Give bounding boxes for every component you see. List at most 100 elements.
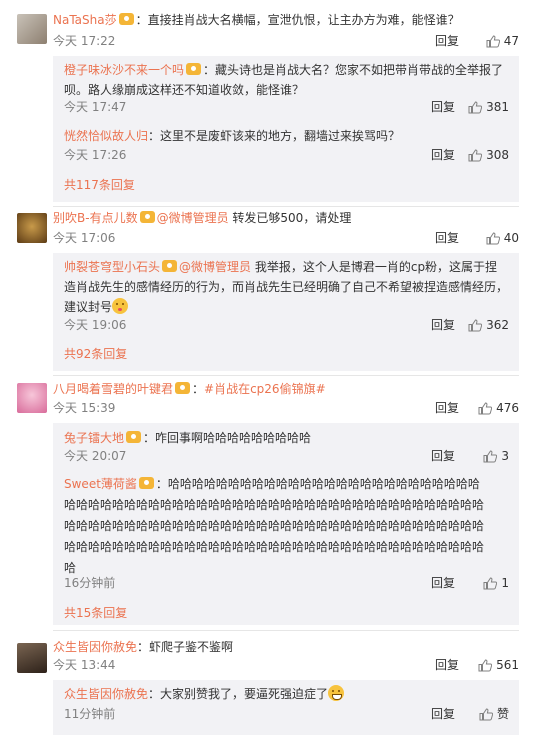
more-replies-link[interactable]: 共15条回复 [64,604,127,622]
reply-body: 我举报，这个人是博君一肖的cp粉，这属于捏 [251,260,498,274]
reply-text: 恍然恰似故人归：这里不是废虾该来的地方，翻墙过来挨骂吗？ [64,126,509,146]
like-count: 308 [486,148,509,162]
like-button[interactable]: 赞 [479,705,509,723]
comment-time: 今天 17:06 [53,231,116,245]
reply-text: 众生皆因你赦免：大家别赞我了，要逼死强迫症了 [64,684,509,704]
reply-username[interactable]: 恍然恰似故人归 [64,129,148,143]
comment-meta: 今天 17:22 回复 47 [53,32,519,50]
thumbs-up-icon [483,577,497,590]
like-count: 561 [496,658,519,672]
like-button[interactable]: 308 [468,146,509,164]
like-button[interactable]: 3 [483,447,509,465]
reply-box: 橙子味冰沙不来一个吗 ：藏头诗也是肖战大名？您家不如把带肖带战的全举报了 呗。路人… [53,56,519,202]
reply-time: 16分钟前 [64,576,116,590]
reply-button[interactable]: 回复 [435,229,459,247]
divider [53,375,519,376]
comment-username[interactable]: NaTaSha莎 [53,13,117,27]
divider [53,206,519,207]
reply-time: 今天 20:07 [64,449,127,463]
reply-text-end: 建议封号 [64,300,113,314]
thumbs-up-icon [479,708,493,721]
comment-colon: ： [192,382,205,396]
reply-text-cont: 哈哈哈哈哈哈哈哈哈哈哈哈哈哈哈哈哈哈哈哈哈哈哈哈哈哈哈哈哈哈哈哈哈哈哈 [64,519,485,533]
comment-time: 今天 15:39 [53,401,116,415]
avatar[interactable] [17,643,47,673]
like-button[interactable]: 40 [486,229,519,247]
grin-emoji-icon [328,685,345,701]
like-count: 1 [501,576,509,590]
avatar[interactable] [17,383,47,413]
member-badge-icon [175,382,191,394]
reply-button[interactable]: 回复 [435,656,459,674]
reply-button[interactable]: 回复 [431,146,455,164]
like-button[interactable]: 381 [468,98,509,116]
like-button[interactable]: 47 [486,32,519,50]
reply-text-cont: 哈哈哈哈哈哈哈哈哈哈哈哈哈哈哈哈哈哈哈哈哈哈哈哈哈哈哈哈哈哈哈哈哈哈哈 [64,540,485,554]
reply-username[interactable]: 兔子镭大地 [64,431,124,445]
more-replies-link[interactable]: 共117条回复 [64,176,135,194]
comment-body: ：虾爬子鉴不鉴啊 [137,640,234,654]
reply-meta: 今天 17:26 回复 308 [64,146,509,164]
reply-text-cont: 造肖战先生的感情经历的行为，而肖战先生已经明确了自己不希望被捏造感情经历， [64,280,509,294]
comment-text: 八月喝着雪碧的叶键君 ：#肖战在cp26偷锦旗# [53,379,519,399]
like-button[interactable]: 1 [483,574,509,592]
reply-body: ：藏头诗也是肖战大名？您家不如把带肖带战的全举报了 [203,63,504,77]
avatar[interactable] [17,213,47,243]
thumbs-up-icon [486,35,500,48]
reply-time: 今天 19:06 [64,318,127,332]
comment-username[interactable]: 八月喝着雪碧的叶键君 [53,382,173,396]
reply-username[interactable]: 帅裂苍穹型小石头 [64,260,160,274]
like-button[interactable]: 476 [478,399,519,417]
reply-text-cont: 建议封号 [64,297,509,317]
reply-username[interactable]: Sweet薄荷酱 [64,477,137,491]
like-button[interactable]: 362 [468,316,509,334]
reply-button[interactable]: 回复 [431,98,455,116]
comment-time: 今天 13:44 [53,658,116,672]
reply-body: ：哈哈哈哈哈哈哈哈哈哈哈哈哈哈哈哈哈哈哈哈哈哈哈哈哈哈 [155,477,480,491]
reply-button[interactable]: 回复 [431,705,455,723]
thumbs-up-icon [468,101,482,114]
comment-text: NaTaSha莎 ：直接挂肖战大名横幅，宣泄仇恨，让主办方为难，能怪谁？ [53,10,519,30]
reply-button[interactable]: 回复 [435,32,459,50]
reply-time: 今天 17:47 [64,100,127,114]
like-count: 40 [503,231,519,245]
like-button[interactable]: 561 [478,656,519,674]
reply-body: ：这里不是废虾该来的地方，翻墙过来挨骂吗？ [148,129,401,143]
reply-box: 帅裂苍穹型小石头 @微博管理员 我举报，这个人是博君一肖的cp粉，这属于捏 造肖战… [53,253,519,371]
reply-button[interactable]: 回复 [431,447,455,465]
reply-button[interactable]: 回复 [431,316,455,334]
hashtag-link[interactable]: #肖战在cp26偷锦旗# [204,382,326,396]
more-replies-link[interactable]: 共92条回复 [64,345,127,363]
reply-username[interactable]: 众生皆因你赦免 [64,687,148,701]
comment-list: NaTaSha莎 ：直接挂肖战大名横幅，宣泄仇恨，让主办方为难，能怪谁？ 今天 1… [0,0,539,735]
avatar[interactable] [17,14,47,44]
reply-button[interactable]: 回复 [431,574,455,592]
reply-text: 橙子味冰沙不来一个吗 ：藏头诗也是肖战大名？您家不如把带肖带战的全举报了 [64,60,509,80]
reply-button[interactable]: 回复 [435,399,459,417]
like-count: 381 [486,100,509,114]
like-count: 362 [486,318,509,332]
reply-box: 众生皆因你赦免：大家别赞我了，要逼死强迫症了 11分钟前 回复 赞 [53,680,519,735]
reply-box: 兔子镭大地 ：咋回事啊哈哈哈哈哈哈哈哈哈 今天 20:07 回复 3 Sweet薄… [53,423,519,625]
comment-text: 别吹B-有点儿数 @微博管理员 转发已够500，请处理 [53,208,519,228]
like-count: 赞 [496,707,509,721]
comment-body: 转发已够500，请处理 [228,211,352,225]
member-badge-icon [139,211,155,223]
member-badge-icon [126,431,142,443]
comment-username[interactable]: 众生皆因你赦免 [53,640,137,654]
reply-meta: 今天 20:07 回复 3 [64,447,509,465]
reply-time: 今天 17:26 [64,148,127,162]
reply-text: Sweet薄荷酱 ：哈哈哈哈哈哈哈哈哈哈哈哈哈哈哈哈哈哈哈哈哈哈哈哈哈哈 [64,474,509,494]
reply-username[interactable]: 橙子味冰沙不来一个吗 [64,63,184,77]
mention-link[interactable]: @微博管理员 [157,211,229,225]
kiss-emoji-icon [112,298,129,314]
comment-time: 今天 17:22 [53,34,116,48]
mention-link[interactable]: @微博管理员 [179,260,251,274]
reply-text: 兔子镭大地 ：咋回事啊哈哈哈哈哈哈哈哈哈 [64,428,509,448]
thumbs-up-icon [468,149,482,162]
divider [53,630,519,631]
member-badge-icon [118,13,134,25]
thumbs-up-icon [478,402,492,415]
reply-text-cont: 呗。路人缘崩成这样还不知道收敛，能怪谁？ [64,83,305,97]
comment-username[interactable]: 别吹B-有点儿数 [53,211,138,225]
